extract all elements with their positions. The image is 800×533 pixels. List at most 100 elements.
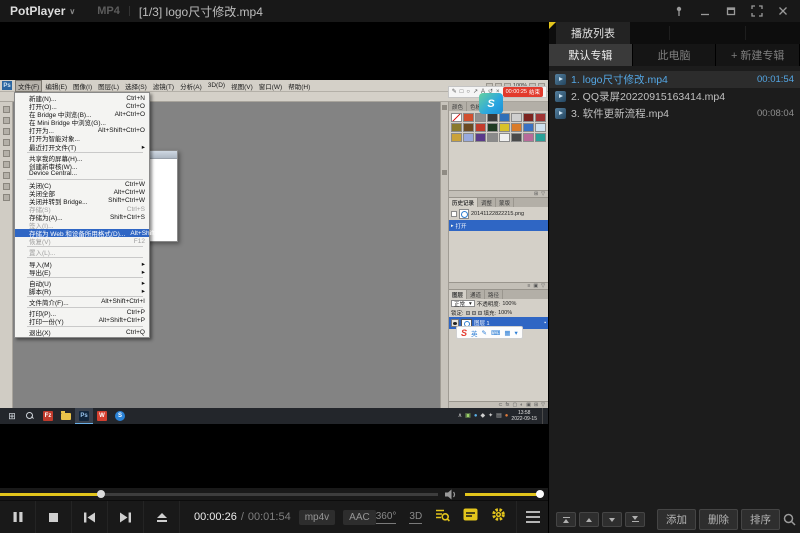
file-menu-item-34[interactable]: 退出(X)Ctrl+Q [15, 328, 149, 336]
style-swatch-23[interactable] [535, 133, 546, 142]
vr-360-button[interactable]: 360° [376, 511, 397, 524]
history-tab-2[interactable]: 蒙版 [496, 198, 514, 207]
playlist-search-box[interactable] [783, 513, 796, 526]
fullscreen-button[interactable] [745, 2, 768, 20]
recorder-tool-icon-3[interactable]: ↗ [473, 89, 478, 95]
style-swatch-12[interactable] [499, 123, 510, 132]
style-swatch-20[interactable] [499, 133, 510, 142]
seek-bar[interactable] [0, 493, 438, 496]
taskbar-filezilla[interactable]: Fz [39, 408, 57, 424]
history-source-checkbox[interactable] [451, 211, 457, 217]
style-swatch-5[interactable] [511, 113, 522, 122]
recorder-stop-button[interactable]: 00:00:25 结束 [503, 87, 543, 97]
ps-tool-icon[interactable] [3, 172, 10, 179]
style-swatch-8[interactable] [451, 123, 462, 132]
album-tab-1[interactable]: 此电脑 [633, 44, 717, 66]
panel-footer-icon[interactable]: ▽ [541, 191, 545, 197]
move-top-button[interactable] [556, 512, 576, 527]
ps-tool-icon[interactable] [3, 194, 10, 201]
panel-footer-icon[interactable]: ≡ [527, 283, 530, 289]
ps-tool-icon[interactable] [3, 183, 10, 190]
video-codec-badge[interactable]: mp4v [299, 510, 335, 525]
stop-button[interactable] [36, 501, 72, 533]
ps-history-open-step[interactable]: ▸ 打开 [449, 220, 548, 231]
tray-icon-4[interactable]: ✦ [488, 413, 493, 419]
playlist-item-2[interactable]: 2. QQ录屏20220915163414.mp4 [549, 88, 800, 105]
lock-pixels-icon[interactable] [472, 311, 476, 315]
tray-icon-5[interactable]: ▤ [496, 413, 502, 419]
app-menu-button[interactable]: PotPlayer ∨ [10, 4, 75, 18]
file-menu-item-27[interactable]: 脚本(R)▸ [15, 287, 149, 295]
style-swatch-2[interactable] [475, 113, 486, 122]
recorder-tool-icon-0[interactable]: ✎ [452, 89, 457, 95]
main-menu-button[interactable] [516, 501, 548, 533]
file-menu-item-9[interactable]: 创建新审核(W)... [15, 162, 149, 170]
video-3d-button[interactable]: 3D [409, 511, 422, 524]
history-tab-1[interactable]: 调整 [478, 198, 496, 207]
move-up-button[interactable] [579, 512, 599, 527]
tray-icon-1[interactable]: ▣ [465, 413, 471, 419]
ps-tool-icon[interactable] [3, 106, 10, 113]
ps-menu-7[interactable]: 3D(D) [205, 81, 228, 90]
taskbar-sogou[interactable]: S [111, 408, 129, 424]
close-button[interactable] [771, 2, 794, 20]
lock-position-icon[interactable] [478, 311, 482, 315]
style-swatch-3[interactable] [487, 113, 498, 122]
ps-tool-icon[interactable] [3, 117, 10, 124]
tray-icon-6[interactable]: ● [505, 413, 509, 419]
style-swatch-22[interactable] [523, 133, 534, 142]
style-swatch-17[interactable] [463, 133, 474, 142]
playlist-tab[interactable]: 播放列表 [556, 22, 630, 44]
ps-tool-icon[interactable] [3, 139, 10, 146]
sort-button[interactable]: 排序 [741, 509, 780, 530]
ps-menu-5[interactable]: 滤镜(T) [150, 80, 177, 92]
file-menu-item-29[interactable]: 文件简介(F)...Alt+Shift+Ctrl+I [15, 298, 149, 306]
subtitle-button[interactable] [463, 508, 478, 526]
layers-tab-2[interactable]: 路径 [485, 290, 503, 299]
volume-icon[interactable] [445, 489, 458, 500]
add-button[interactable]: 添加 [657, 509, 696, 530]
style-swatch-21[interactable] [511, 133, 522, 142]
ps-menu-8[interactable]: 视图(V) [228, 80, 256, 92]
ps-menu-4[interactable]: 选择(S) [122, 80, 150, 92]
file-menu-item-24[interactable]: 导出(E)▸ [15, 268, 149, 276]
history-tab-0[interactable]: 历史记录 [449, 198, 478, 207]
ps-tool-icon[interactable] [3, 161, 10, 168]
file-menu-item-6[interactable]: 最近打开文件(T)▸ [15, 142, 149, 150]
taskbar-explorer[interactable] [57, 408, 75, 424]
layers-tab-0[interactable]: 图层 [449, 290, 467, 299]
volume-handle[interactable] [536, 490, 544, 498]
style-swatch-19[interactable] [487, 133, 498, 142]
ps-menu-3[interactable]: 图层(L) [95, 80, 122, 92]
styles-tab-0[interactable]: 颜色 [449, 102, 467, 111]
settings-button[interactable] [491, 507, 506, 527]
tray-icon-0[interactable]: ∧ [458, 413, 462, 419]
maximize-button[interactable] [719, 2, 742, 20]
style-swatch-9[interactable] [463, 123, 474, 132]
taskbar-search[interactable] [21, 408, 39, 424]
ps-menu-0[interactable]: 文件(F) [15, 80, 42, 92]
open-file-button[interactable] [144, 501, 180, 533]
style-swatch-4[interactable] [499, 113, 510, 122]
previous-button[interactable] [72, 501, 108, 533]
minimize-button[interactable] [693, 2, 716, 20]
layers-tab-1[interactable]: 通道 [467, 290, 485, 299]
file-menu-item-10[interactable]: Device Central... [15, 170, 149, 178]
playlist-search-button[interactable] [435, 508, 450, 527]
ps-menu-2[interactable]: 图像(I) [70, 80, 95, 92]
ps-menu-1[interactable]: 编辑(E) [42, 80, 70, 92]
taskbar-start[interactable]: ⊞ [3, 408, 21, 424]
album-tab-2[interactable]: + 新建专辑 [716, 44, 800, 66]
playlist-item-3[interactable]: 3. 软件更新流程.mp400:08:04 [549, 105, 800, 122]
recorder-tool-icon-2[interactable]: ○ [466, 89, 470, 95]
style-swatch-13[interactable] [511, 123, 522, 132]
ime-item-4[interactable]: ▾ [515, 329, 518, 337]
style-swatch-1[interactable] [463, 113, 474, 122]
audio-codec-badge[interactable]: AAC [343, 510, 376, 525]
ps-menu-9[interactable]: 窗口(W) [256, 80, 285, 92]
ime-item-1[interactable]: ✎ [482, 329, 487, 337]
ps-menu-6[interactable]: 分析(A) [177, 80, 205, 92]
panel-footer-icon[interactable]: ▣ [533, 283, 538, 289]
ps-menu-10[interactable]: 帮助(H) [285, 80, 313, 92]
blend-mode-select[interactable]: 正常▾ [451, 300, 475, 307]
